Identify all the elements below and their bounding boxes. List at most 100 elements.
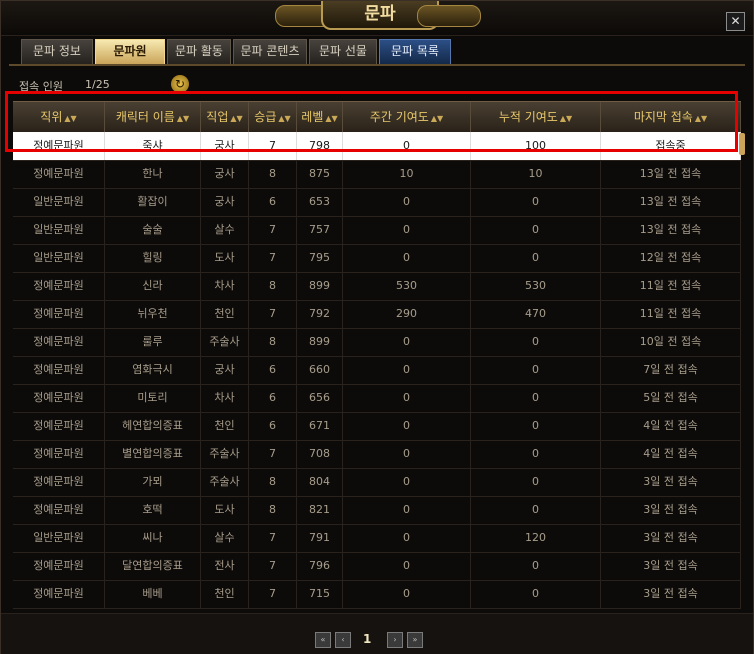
first-page-button[interactable]: « (315, 632, 331, 648)
col-class-cell: 차사 (201, 384, 249, 412)
col-level-cell: 796 (297, 552, 343, 580)
prev-page-button[interactable]: ‹ (335, 632, 351, 648)
col-promotion-cell: 7 (249, 580, 297, 608)
col-character-name-cell: 한나 (105, 160, 201, 188)
col-last-login-cell: 3일 전 접속 (601, 580, 741, 608)
table-row[interactable]: 정예문파원 신라 차사 8 899 530 530 11일 전 접속 (13, 272, 741, 301)
tab-divider (9, 64, 745, 66)
table-row[interactable]: 일반문파원 씨나 살수 7 791 0 120 3일 전 접속 (13, 524, 741, 553)
col-rank-cell: 정예문파원 (13, 384, 105, 412)
col-class-cell: 궁사 (201, 160, 249, 188)
col-weekly-contribution-cell: 0 (343, 412, 471, 440)
title-bar: 문파 ✕ (1, 1, 753, 36)
table-row[interactable]: 정예문파원 룰루 주술사 8 899 0 0 10일 전 접속 (13, 328, 741, 357)
current-page: 1 (363, 632, 372, 646)
last-page-button[interactable]: » (407, 632, 423, 648)
tab-guild-info[interactable]: 문파 정보 (21, 39, 93, 65)
tab-guild-gift[interactable]: 문파 선물 (309, 39, 377, 65)
col-level-cell: 757 (297, 216, 343, 244)
col-last-login-cell: 4일 전 접속 (601, 412, 741, 440)
col-level-cell: 715 (297, 580, 343, 608)
col-total-contribution-cell: 470 (471, 300, 601, 328)
col-weekly-contribution-cell: 290 (343, 300, 471, 328)
table-row[interactable]: 정예문파원 염화극시 궁사 6 660 0 0 7일 전 접속 (13, 356, 741, 385)
col-class-cell: 천인 (201, 300, 249, 328)
table-row[interactable]: 정예문파원 베베 천인 7 715 0 0 3일 전 접속 (13, 580, 741, 609)
col-character-name-cell: 미토리 (105, 384, 201, 412)
col-class-cell: 전사 (201, 552, 249, 580)
col-last-login-cell: 3일 전 접속 (601, 524, 741, 552)
col-class-cell: 주술사 (201, 468, 249, 496)
table-row[interactable]: 정예문파원 호떡 도사 8 821 0 0 3일 전 접속 (13, 496, 741, 525)
col-weekly-contribution-cell: 0 (343, 356, 471, 384)
col-weekly-contribution-cell: 0 (343, 552, 471, 580)
col-total-contribution-cell: 0 (471, 412, 601, 440)
col-level-cell: 791 (297, 524, 343, 552)
col-class-cell: 살수 (201, 524, 249, 552)
col-promotion-cell: 8 (249, 328, 297, 356)
col-character-name-cell: 가뫼 (105, 468, 201, 496)
table-row[interactable]: 정예문파원 별연합의증표 주술사 7 708 0 0 4일 전 접속 (13, 440, 741, 469)
col-character-name-cell: 힐링 (105, 244, 201, 272)
col-total-contribution-cell: 530 (471, 272, 601, 300)
close-icon[interactable]: ✕ (726, 12, 745, 31)
col-rank-cell: 정예문파원 (13, 328, 105, 356)
col-character-name-cell: 씨나 (105, 524, 201, 552)
col-class-cell: 도사 (201, 496, 249, 524)
col-last-login-cell: 10일 전 접속 (601, 328, 741, 356)
col-level-cell: 660 (297, 356, 343, 384)
table-row[interactable]: 정예문파원 가뫼 주술사 8 804 0 0 3일 전 접속 (13, 468, 741, 497)
table-row[interactable]: 정예문파원 헤연합의증표 천인 6 671 0 0 4일 전 접속 (13, 412, 741, 441)
title-ornament-right-icon (417, 5, 481, 27)
col-last-login-cell: 13일 전 접속 (601, 216, 741, 244)
col-weekly-contribution-cell: 0 (343, 580, 471, 608)
col-last-login-cell: 3일 전 접속 (601, 496, 741, 524)
next-page-button[interactable]: › (387, 632, 403, 648)
col-promotion-cell: 6 (249, 188, 297, 216)
col-rank-cell: 정예문파원 (13, 580, 105, 608)
tab-guild-content[interactable]: 문파 콘텐츠 (233, 39, 307, 65)
col-promotion-cell: 7 (249, 244, 297, 272)
table-row[interactable]: 정예문파원 한나 궁사 8 875 10 10 13일 전 접속 (13, 160, 741, 189)
col-character-name-cell: 룰루 (105, 328, 201, 356)
col-class-cell: 주술사 (201, 328, 249, 356)
table-row[interactable]: 일반문파원 힐링 도사 7 795 0 0 12일 전 접속 (13, 244, 741, 273)
col-promotion-cell: 6 (249, 412, 297, 440)
tab-guild-list[interactable]: 문파 목록 (379, 39, 451, 65)
col-character-name-cell: 활잡이 (105, 188, 201, 216)
col-last-login-cell: 11일 전 접속 (601, 300, 741, 328)
col-level-cell: 656 (297, 384, 343, 412)
col-weekly-contribution-cell: 0 (343, 188, 471, 216)
col-character-name-cell: 염화극시 (105, 356, 201, 384)
scrollbar-thumb[interactable] (739, 133, 745, 155)
col-total-contribution-cell: 0 (471, 468, 601, 496)
col-weekly-contribution-cell: 0 (343, 440, 471, 468)
pagination: « ‹ 1 › » (1, 623, 753, 653)
col-last-login-cell: 13일 전 접속 (601, 160, 741, 188)
col-level-cell: 708 (297, 440, 343, 468)
col-total-contribution-cell: 0 (471, 244, 601, 272)
col-promotion-cell: 7 (249, 440, 297, 468)
table-row[interactable]: 정예문파원 달연합의증표 전사 7 796 0 0 3일 전 접속 (13, 552, 741, 581)
col-total-contribution-cell: 10 (471, 160, 601, 188)
col-last-login-cell: 7일 전 접속 (601, 356, 741, 384)
col-promotion-cell: 7 (249, 552, 297, 580)
tab-guild-activity[interactable]: 문파 활동 (167, 39, 231, 65)
col-rank-cell: 정예문파원 (13, 300, 105, 328)
col-level-cell: 804 (297, 468, 343, 496)
col-class-cell: 천인 (201, 580, 249, 608)
col-weekly-contribution-cell: 0 (343, 328, 471, 356)
col-character-name-cell: 베베 (105, 580, 201, 608)
table-row[interactable]: 정예문파원 뉘우천 천인 7 792 290 470 11일 전 접속 (13, 300, 741, 329)
col-promotion-cell: 8 (249, 272, 297, 300)
member-table: 직위 ▲▼ 캐릭터 이름 ▲▼ 직업 ▲▼ 승급 ▲▼ 레벨 ▲▼ 주간 기여도 ▲▼ 누적 기여도 ▲▼… (13, 101, 741, 611)
table-row[interactable]: 일반문파원 술술 살수 7 757 0 0 13일 전 접속 (13, 216, 741, 245)
col-rank-cell: 정예문파원 (13, 468, 105, 496)
col-rank-cell: 일반문파원 (13, 188, 105, 216)
table-row[interactable]: 일반문파원 활잡이 궁사 6 653 0 0 13일 전 접속 (13, 188, 741, 217)
col-level-cell: 671 (297, 412, 343, 440)
col-last-login-cell: 5일 전 접속 (601, 384, 741, 412)
tab-members[interactable]: 문파원 (95, 39, 165, 65)
table-row[interactable]: 정예문파원 미토리 차사 6 656 0 0 5일 전 접속 (13, 384, 741, 413)
col-total-contribution-cell: 0 (471, 496, 601, 524)
